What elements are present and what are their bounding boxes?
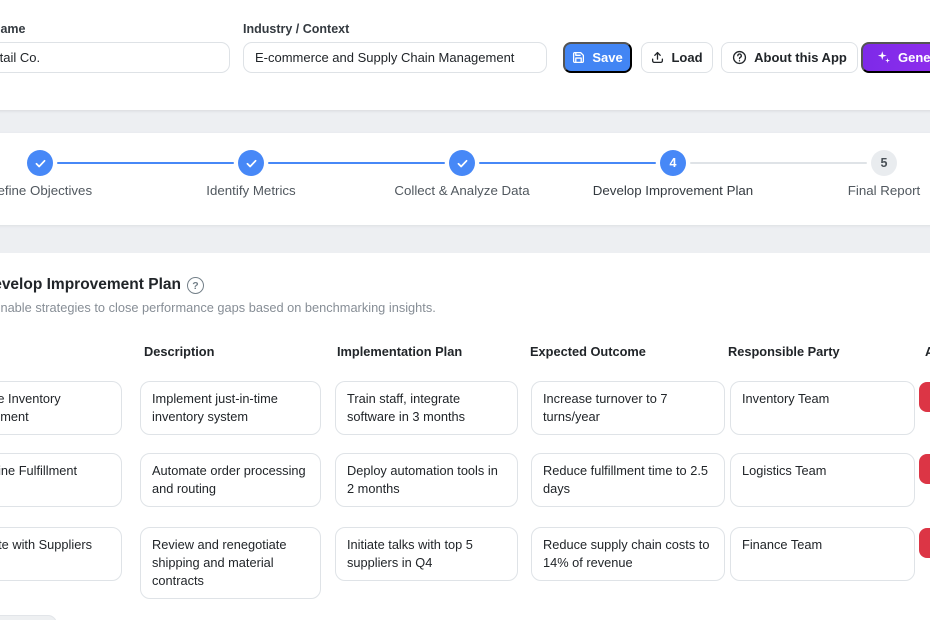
implementation-cell[interactable]: Deploy automation tools in 2 months (335, 453, 518, 507)
party-cell[interactable]: Finance Team (730, 527, 915, 581)
strategy-cell[interactable]: Streamline Fulfillment (0, 453, 122, 507)
implementation-cell[interactable]: Initiate talks with top 5 suppliers in Q… (335, 527, 518, 581)
description-cell[interactable]: Implement just-in-time inventory system (140, 381, 321, 435)
benchmarking-app: Company Name Retail Co. Industry / Conte… (0, 0, 930, 620)
description-cell[interactable]: Review and renegotiate shipping and mate… (140, 527, 321, 599)
delete-strategy-button[interactable] (919, 382, 930, 412)
strategy-cell[interactable]: Optimize Inventory Management (0, 381, 122, 435)
description-cell[interactable]: Automate order processing and routing (140, 453, 321, 507)
partial-bottom-left-button[interactable] (0, 615, 57, 620)
delete-strategy-button[interactable] (919, 454, 930, 484)
delete-strategy-button[interactable] (919, 528, 930, 558)
outcome-cell[interactable]: Reduce fulfillment time to 2.5 days (531, 453, 725, 507)
party-cell[interactable]: Logistics Team (730, 453, 915, 507)
party-cell[interactable]: Inventory Team (730, 381, 915, 435)
strategy-rows: Optimize Inventory Management Implement j… (0, 0, 930, 620)
outcome-cell[interactable]: Increase turnover to 7 turns/year (531, 381, 725, 435)
outcome-cell[interactable]: Reduce supply chain costs to 14% of reve… (531, 527, 725, 581)
implementation-cell[interactable]: Train staff, integrate software in 3 mon… (335, 381, 518, 435)
strategy-cell[interactable]: Negotiate with Suppliers (0, 527, 122, 581)
